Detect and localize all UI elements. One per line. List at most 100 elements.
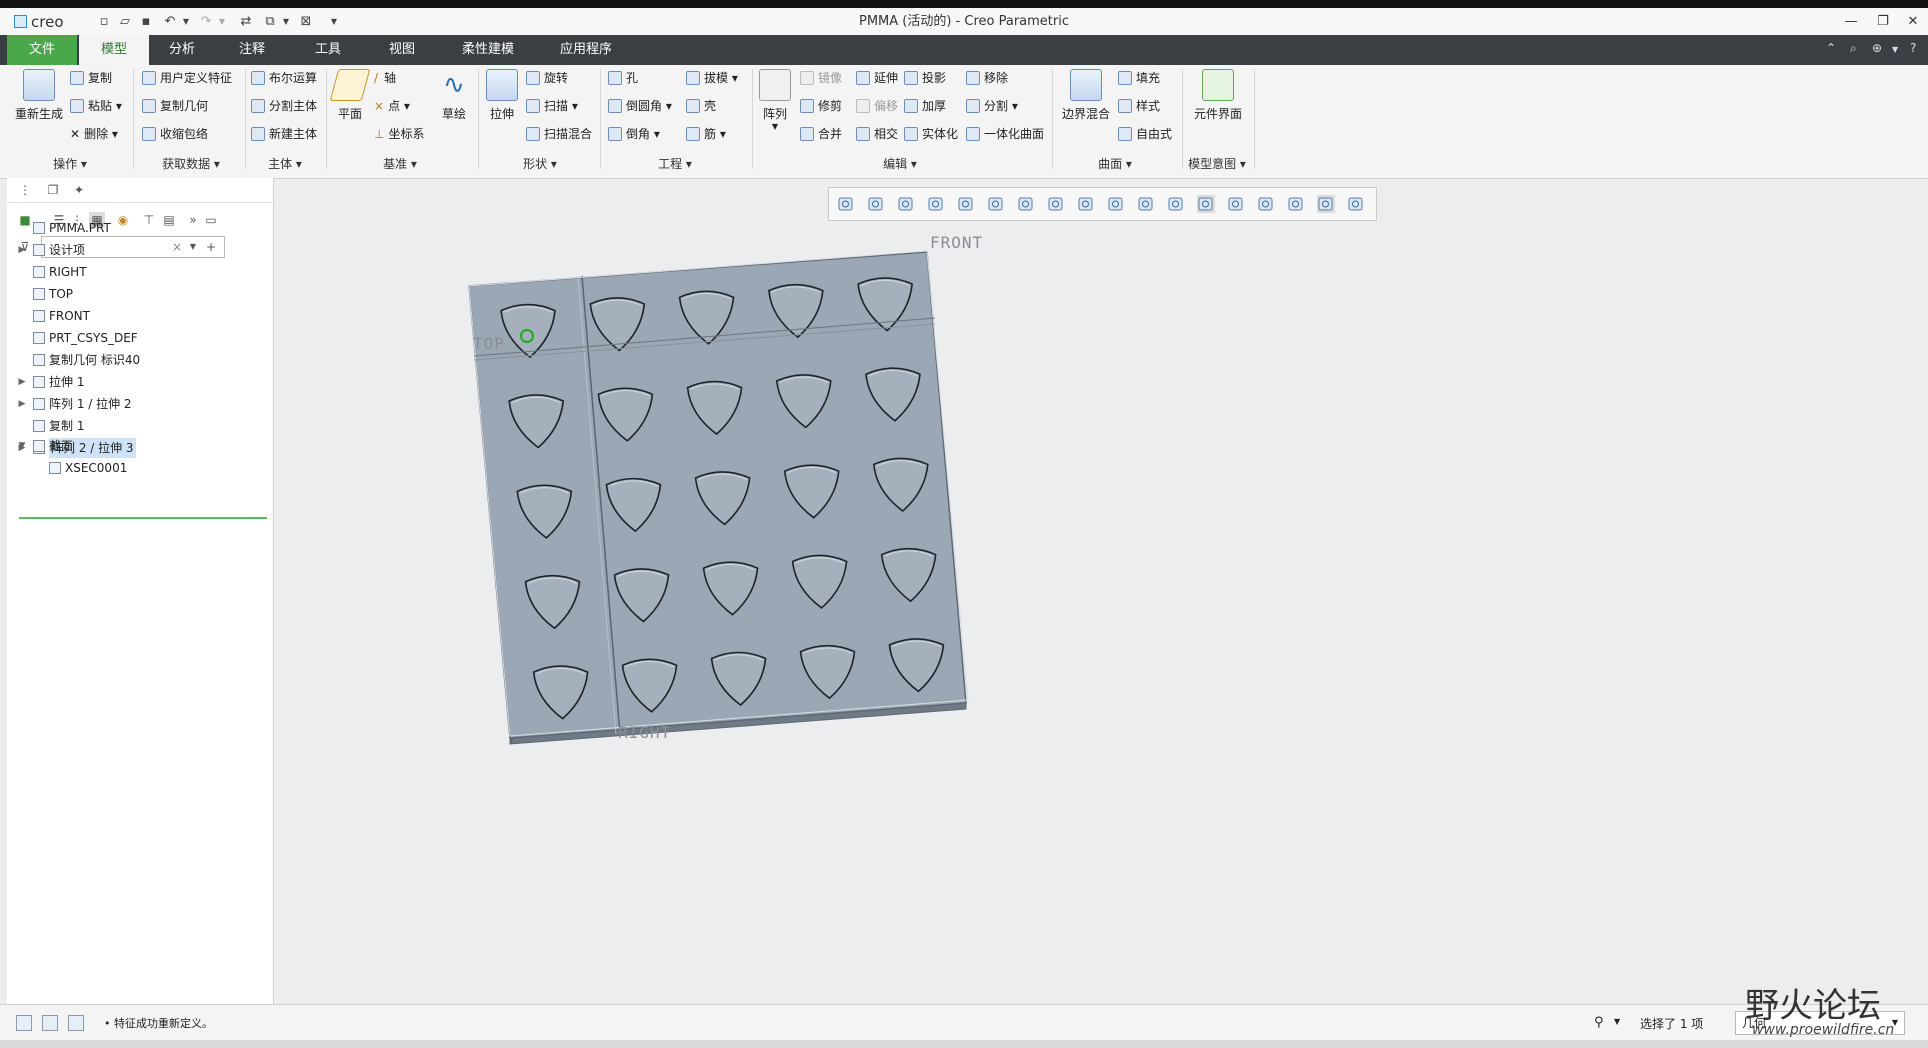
expand-toggle-icon[interactable]: ▶	[17, 372, 27, 392]
spin-center-icon[interactable]	[1077, 195, 1095, 213]
csys-display-icon[interactable]	[1287, 195, 1305, 213]
tab-flexible-modeling[interactable]: 柔性建模	[450, 35, 526, 65]
group-model-intent[interactable]: 模型意图 ▾	[1182, 155, 1252, 172]
favorites-tab-icon[interactable]: ✦	[71, 182, 87, 198]
chamfer-button[interactable]: 倒角 ▾	[608, 125, 660, 143]
search-icon[interactable]: ⌕	[1850, 41, 1857, 56]
revolve-button[interactable]: 旋转	[526, 69, 568, 87]
new-body-button[interactable]: 新建主体	[251, 125, 317, 143]
windows-icon[interactable]: ⧉	[262, 14, 278, 30]
extrude-button[interactable]: 拉伸	[484, 69, 520, 122]
csys-button[interactable]: ⊥ 坐标系	[374, 125, 424, 143]
datum-display-icon[interactable]	[1137, 195, 1155, 213]
close-window-icon[interactable]: ⊠	[298, 14, 314, 30]
section-icon[interactable]	[1107, 195, 1125, 213]
group-operations[interactable]: 操作 ▾	[20, 155, 120, 172]
toggle-browser-icon[interactable]	[42, 1015, 58, 1031]
saved-orientations-icon[interactable]	[987, 195, 1005, 213]
pattern-button[interactable]: 阵列 ▼	[758, 69, 792, 131]
tree-item[interactable]: PRT_CSYS_DEF	[7, 328, 267, 348]
tree-item[interactable]: ▶ 拉伸 1	[7, 372, 267, 392]
find-dropdown-icon[interactable]: ▼	[1614, 1017, 1620, 1026]
tab-view[interactable]: 视图	[372, 35, 432, 65]
shell-button[interactable]: 壳	[686, 97, 716, 115]
datum-filter-icon[interactable]	[1317, 195, 1335, 213]
toggle-visibility-icon[interactable]	[1347, 195, 1365, 213]
rib-button[interactable]: 筋 ▾	[686, 125, 726, 143]
unify-surface-button[interactable]: 一体化曲面	[966, 125, 1044, 143]
tree-item[interactable]: 复制 1	[7, 416, 267, 436]
tree-item[interactable]: FRONT	[7, 306, 267, 326]
undo-dropdown-icon[interactable]: ▼	[178, 14, 194, 30]
offset-button[interactable]: 偏移	[856, 97, 898, 115]
annotation-display-icon[interactable]	[1167, 195, 1185, 213]
tree-item[interactable]: ▶ 设计项	[7, 240, 267, 260]
split-button[interactable]: 分割 ▾	[966, 97, 1018, 115]
windows-dropdown-icon[interactable]: ▼	[278, 14, 294, 30]
component-interface-button[interactable]: 元件界面	[1188, 69, 1248, 122]
zoom-out-icon[interactable]	[897, 195, 915, 213]
round-button[interactable]: 倒圆角 ▾	[608, 97, 672, 115]
customize-qat-icon[interactable]: ▼	[326, 14, 342, 30]
minimize-button[interactable]: —	[1840, 12, 1862, 32]
tab-annotate[interactable]: 注释	[222, 35, 282, 65]
tree-item[interactable]: TOP	[7, 284, 267, 304]
full-screen-icon[interactable]	[68, 1015, 84, 1031]
shrinkwrap-button[interactable]: 收缩包络	[142, 125, 208, 143]
tab-analysis[interactable]: 分析	[152, 35, 212, 65]
restore-button[interactable]: ❐	[1872, 12, 1894, 32]
section-tree-item[interactable]: ▼ 截面	[7, 436, 267, 456]
undo-icon[interactable]: ↶	[162, 14, 178, 30]
expand-toggle-icon[interactable]: ▶	[17, 240, 27, 260]
group-body[interactable]: 主体 ▾	[250, 155, 320, 172]
top-plane-label[interactable]: TOP	[473, 334, 505, 353]
split-body-button[interactable]: 分割主体	[251, 97, 317, 115]
tab-tools[interactable]: 工具	[298, 35, 358, 65]
collapse-ribbon-icon[interactable]: ⌃	[1826, 41, 1836, 55]
boolean-button[interactable]: 布尔运算	[251, 69, 317, 87]
remove-button[interactable]: 移除	[966, 69, 1008, 87]
graphics-window[interactable]: FRONT TOP RIGHT	[274, 178, 1928, 1004]
group-get-data[interactable]: 获取数据 ▾	[140, 155, 242, 172]
regenerate-icon[interactable]: ⇄	[238, 14, 254, 30]
datum-axis-button[interactable]: / 轴	[374, 69, 396, 87]
group-surfaces[interactable]: 曲面 ▾	[1080, 155, 1150, 172]
view-manager-icon[interactable]	[1017, 195, 1035, 213]
tree-item[interactable]: ▶ 阵列 1 / 拉伸 2	[7, 394, 267, 414]
copy-geometry-button[interactable]: 复制几何	[142, 97, 208, 115]
project-button[interactable]: 投影	[904, 69, 946, 87]
tree-item[interactable]: RIGHT	[7, 262, 267, 282]
tree-root-part[interactable]: PMMA.PRT	[7, 218, 267, 238]
sweep-button[interactable]: 扫描 ▾	[526, 97, 578, 115]
group-engineering[interactable]: 工程 ▾	[630, 155, 720, 172]
group-editing[interactable]: 编辑 ▾	[860, 155, 940, 172]
axis-display-icon[interactable]	[1227, 195, 1245, 213]
style-button[interactable]: 样式	[1118, 97, 1160, 115]
perspective-icon[interactable]	[1047, 195, 1065, 213]
copy-button[interactable]: 复制	[70, 69, 112, 87]
insert-here-indicator[interactable]	[19, 517, 267, 519]
section-tree-item[interactable]: XSEC0001	[7, 458, 267, 478]
tab-applications[interactable]: 应用程序	[548, 35, 624, 65]
paste-button[interactable]: 粘贴 ▾	[70, 97, 122, 115]
find-icon[interactable]: ⚲	[1594, 1015, 1610, 1031]
redo-icon[interactable]: ↷	[198, 14, 214, 30]
new-file-icon[interactable]: ▫	[96, 14, 112, 30]
trim-button[interactable]: 修剪	[800, 97, 842, 115]
point-display-icon[interactable]	[1257, 195, 1275, 213]
mirror-button[interactable]: 镜像	[800, 69, 842, 87]
selection-count[interactable]: 选择了 1 项	[1640, 1015, 1703, 1032]
freestyle-button[interactable]: 自由式	[1118, 125, 1172, 143]
udf-button[interactable]: 用户定义特征	[142, 69, 232, 87]
expand-toggle-icon[interactable]: ▶	[17, 394, 27, 414]
folder-browser-tab-icon[interactable]: ❐	[45, 182, 61, 198]
help-icon[interactable]: ?	[1910, 41, 1916, 55]
delete-button[interactable]: ✕ 删除 ▾	[70, 125, 118, 143]
sketch-button[interactable]: ∿ 草绘	[436, 69, 472, 122]
model-view[interactable]: FRONT TOP RIGHT	[274, 178, 1928, 1004]
community-dropdown-icon[interactable]: ▼	[1892, 45, 1898, 54]
plane-display-icon[interactable]	[1197, 195, 1215, 213]
zoom-in-icon[interactable]	[867, 195, 885, 213]
refit-icon[interactable]	[837, 195, 855, 213]
group-shapes[interactable]: 形状 ▾	[500, 155, 580, 172]
